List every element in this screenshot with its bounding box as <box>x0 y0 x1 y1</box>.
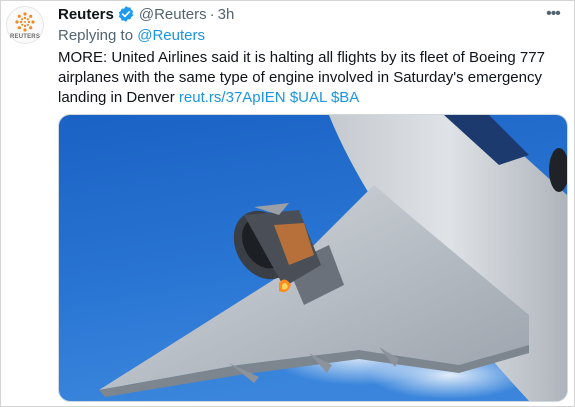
reuters-logo-icon <box>15 11 35 32</box>
avatar[interactable]: REUTERS <box>6 6 44 44</box>
verified-badge-icon <box>117 5 135 23</box>
tweet-text: MORE: United Airlines said it is halting… <box>58 48 563 108</box>
more-icon[interactable]: ••• <box>542 4 564 24</box>
author-handle[interactable]: @Reuters <box>139 6 207 23</box>
separator-dot: · <box>209 5 215 23</box>
reply-context: Replying to @Reuters <box>58 27 205 44</box>
reuters-wordmark: REUTERS <box>9 33 41 40</box>
reply-prefix: Replying to <box>58 27 134 44</box>
cashtag-ba-link[interactable]: $BA <box>331 89 359 106</box>
article-link[interactable]: reut.rs/37ApIEN <box>179 89 286 106</box>
reply-mention-link[interactable]: @Reuters <box>137 27 205 44</box>
tweet-media-photo[interactable] <box>58 114 568 402</box>
timestamp[interactable]: 3h <box>218 6 235 23</box>
cashtag-ual-link[interactable]: $UAL <box>290 89 327 106</box>
damaged-engine-photo <box>59 115 567 401</box>
tweet-header: Reuters @Reuters · 3h ••• <box>58 4 564 24</box>
tweet-card[interactable]: REUTERS Reuters @Reuters · 3h ••• Replyi… <box>0 0 575 407</box>
author-name[interactable]: Reuters <box>58 6 114 23</box>
